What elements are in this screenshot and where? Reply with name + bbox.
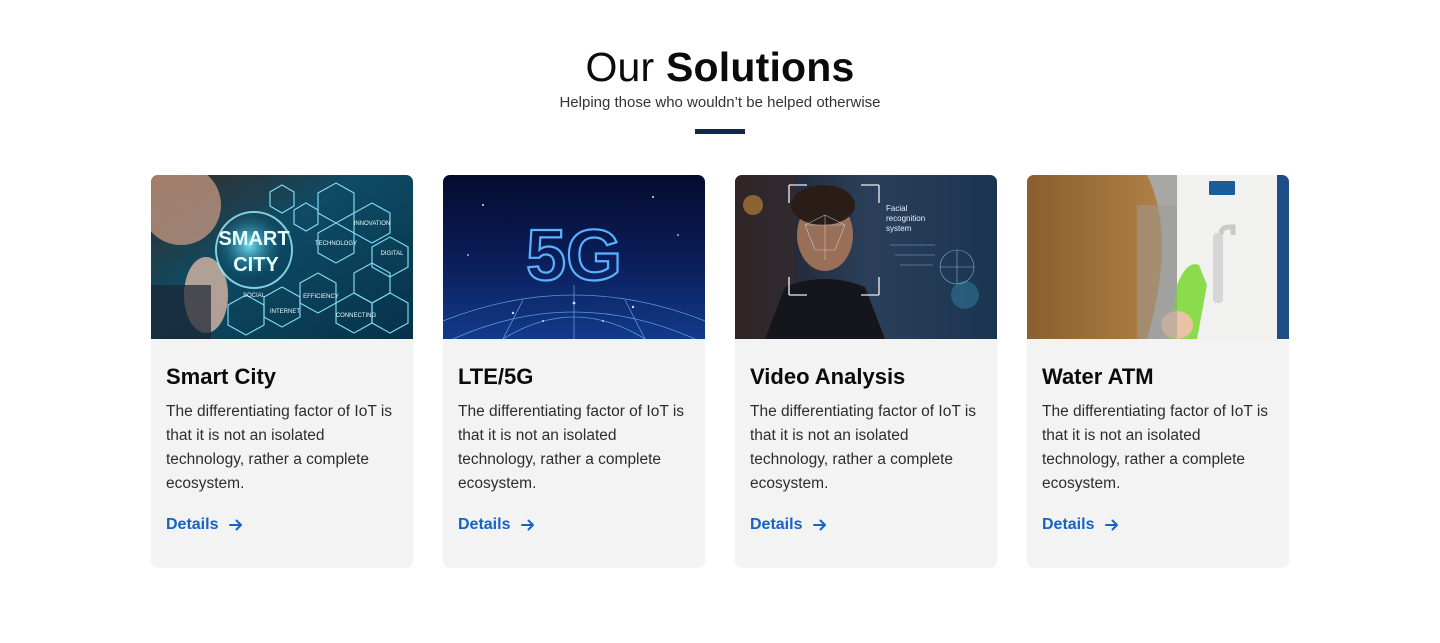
video-analysis-image-text-1: Facial bbox=[886, 204, 908, 213]
smart-city-image-text-1: SMART bbox=[218, 228, 289, 250]
lte-5g-image-text: 5G bbox=[526, 216, 622, 296]
card-title: Smart City bbox=[166, 364, 277, 389]
smart-city-image-text-3: INNOVATION bbox=[354, 221, 390, 227]
smart-city-image-text-7: EFFICIENCY bbox=[303, 294, 339, 300]
card-description: The differentiating factor of IoT is tha… bbox=[458, 403, 685, 492]
card-title: LTE/5G bbox=[458, 364, 534, 389]
card-description: The differentiating factor of IoT is tha… bbox=[750, 403, 977, 492]
title-divider bbox=[695, 129, 745, 134]
solution-card-water-atm: Water ATM The differentiating factor of … bbox=[1027, 175, 1289, 568]
card-description: The differentiating factor of IoT is tha… bbox=[1042, 403, 1269, 492]
card-title: Video Analysis bbox=[750, 364, 906, 389]
details-link-label: Details bbox=[458, 516, 511, 533]
video-analysis-image-text-2: recognition bbox=[886, 214, 925, 223]
arrow-right-icon bbox=[812, 517, 828, 533]
arrow-right-icon bbox=[1104, 517, 1120, 533]
smart-city-image-text-8: INTERNET bbox=[270, 309, 300, 315]
details-link-water-atm[interactable]: Details bbox=[1042, 514, 1120, 536]
section-title-part1: Our bbox=[585, 44, 655, 90]
details-link-lte-5g[interactable]: Details bbox=[458, 514, 536, 536]
lte-5g-image: 5G bbox=[443, 175, 705, 339]
solutions-card-list: SMART CITY INNOVATION TECHNOLOGY DIGITAL… bbox=[151, 175, 1289, 568]
video-analysis-image: Facial recognition system bbox=[735, 175, 997, 339]
video-analysis-image-text-3: system bbox=[886, 224, 912, 233]
smart-city-image-text-4: TECHNOLOGY bbox=[315, 241, 357, 247]
details-link-label: Details bbox=[1042, 516, 1095, 533]
card-title: Water ATM bbox=[1042, 364, 1154, 389]
smart-city-image-text-6: SOCIAL bbox=[243, 293, 266, 299]
details-link-smart-city[interactable]: Details bbox=[166, 514, 244, 536]
details-link-label: Details bbox=[166, 516, 219, 533]
smart-city-image-text-5: DIGITAL bbox=[381, 251, 405, 257]
arrow-right-icon bbox=[228, 517, 244, 533]
solution-card-smart-city: SMART CITY INNOVATION TECHNOLOGY DIGITAL… bbox=[151, 175, 413, 568]
solution-card-video-analysis: Facial recognition system Video Analysis… bbox=[735, 175, 997, 568]
smart-city-image-text-2: CITY bbox=[233, 254, 279, 276]
solution-card-lte-5g: 5G LTE/5G The differentiating factor of … bbox=[443, 175, 705, 568]
section-title: Our Solutions bbox=[0, 44, 1440, 90]
card-description: The differentiating factor of IoT is tha… bbox=[166, 403, 393, 492]
water-atm-image bbox=[1027, 175, 1289, 339]
details-link-video-analysis[interactable]: Details bbox=[750, 514, 828, 536]
section-title-part2: Solutions bbox=[665, 44, 855, 90]
smart-city-image-text-9: CONNECTING bbox=[336, 313, 377, 319]
arrow-right-icon bbox=[520, 517, 536, 533]
section-subtitle: Helping those who wouldn’t be helped oth… bbox=[559, 94, 881, 111]
details-link-label: Details bbox=[750, 516, 803, 533]
smart-city-image: SMART CITY INNOVATION TECHNOLOGY DIGITAL… bbox=[151, 175, 413, 339]
